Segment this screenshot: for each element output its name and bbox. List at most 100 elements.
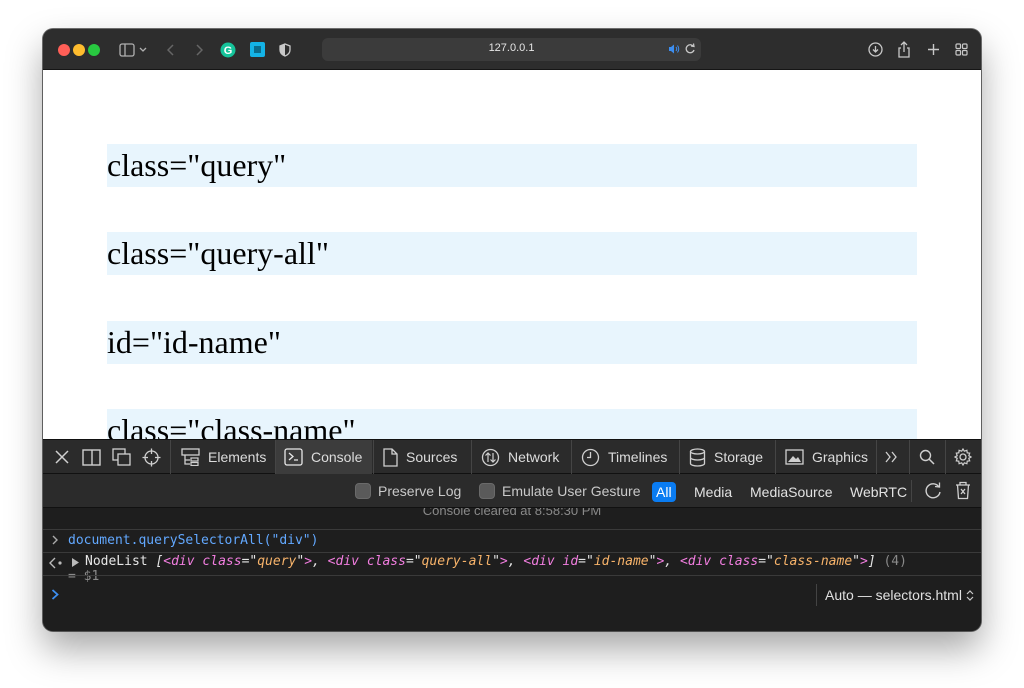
divider: [911, 480, 912, 502]
divider: [909, 440, 910, 474]
return-arrow-icon: [49, 557, 62, 569]
chevron-right-icon: [196, 43, 203, 56]
windows-icon: [111, 448, 131, 466]
filter-media[interactable]: Media: [690, 482, 736, 502]
elements-icon: [181, 448, 200, 466]
reload-icon[interactable]: [684, 43, 696, 55]
tab-graphics[interactable]: Graphics: [777, 440, 875, 474]
forward-button[interactable]: [193, 41, 205, 58]
result-type: NodeList: [85, 554, 148, 569]
privacy-report-button[interactable]: [278, 41, 292, 58]
query-div: class="query": [107, 144, 917, 187]
back-button[interactable]: [165, 41, 177, 58]
address-bar[interactable]: 127.0.0.1: [322, 38, 701, 61]
inspect-element-button[interactable]: [141, 447, 161, 467]
preserve-log-label: Preserve Log: [378, 483, 462, 499]
tab-elements[interactable]: Elements: [173, 440, 273, 474]
emulate-gesture-label: Emulate User Gesture: [502, 483, 641, 499]
trash-icon[interactable]: [955, 481, 971, 500]
plus-icon: [927, 44, 939, 55]
class-name-div: class="class-name": [107, 409, 917, 439]
double-chevron-right-icon: [885, 451, 897, 463]
execution-context-selector[interactable]: Auto — selectors.html: [816, 584, 974, 606]
console-command[interactable]: document.querySelectorAll("div"): [68, 533, 318, 548]
tab-network-label: Network: [508, 449, 560, 465]
tab-sources-label: Sources: [406, 449, 458, 465]
console-prompt[interactable]: Auto — selectors.html: [43, 575, 981, 631]
speaker-icon[interactable]: [668, 43, 680, 55]
tab-console-label: Console: [311, 449, 363, 465]
clock-icon: [581, 448, 600, 466]
console-icon: [284, 448, 303, 466]
new-tab-button[interactable]: [925, 41, 941, 58]
devtools-tab-bar: Elements Console Sources Network Timelin…: [43, 439, 981, 474]
minimize-window-button[interactable]: [73, 44, 85, 56]
id-name-div: id="id-name": [107, 321, 917, 364]
search-button[interactable]: [917, 447, 937, 467]
preserve-log-checkbox[interactable]: Preserve Log: [355, 483, 461, 499]
tab-sources[interactable]: Sources: [375, 440, 469, 474]
more-tabs-button[interactable]: [881, 447, 901, 467]
tab-storage-label: Storage: [714, 449, 764, 465]
database-icon: [689, 447, 706, 467]
cleared-row: Console cleared at 8:58:30 PM: [43, 508, 981, 530]
grid-icon: [954, 43, 968, 56]
console-filter-bar: Preserve Log Emulate User Gesture All Me…: [43, 474, 981, 508]
grammarly-extension-button[interactable]: G: [220, 41, 236, 58]
checkbox-box[interactable]: [355, 483, 371, 499]
result-row: NodeList [<div class="query">, <div clas…: [43, 553, 981, 584]
divider: [876, 440, 877, 474]
tab-timelines[interactable]: Timelines: [573, 440, 677, 474]
extension-button[interactable]: [249, 41, 265, 58]
refresh-icon[interactable]: [923, 481, 943, 501]
close-icon: [55, 450, 69, 464]
gear-icon: [954, 448, 972, 466]
emulate-gesture-checkbox[interactable]: Emulate User Gesture: [479, 483, 641, 499]
result-count: (4): [883, 554, 907, 569]
prompt-chevron-icon: [51, 589, 59, 600]
divider: [170, 440, 171, 474]
dock-side-button[interactable]: [81, 447, 101, 467]
document-icon: [383, 447, 398, 467]
filter-webrtc[interactable]: WebRTC: [846, 482, 911, 502]
query-all-div: class="query-all": [107, 232, 917, 275]
settings-button[interactable]: [953, 447, 973, 467]
tab-timelines-label: Timelines: [608, 449, 668, 465]
tab-graphics-label: Graphics: [812, 449, 869, 465]
execution-context-label: Auto — selectors.html: [825, 587, 962, 603]
console-result[interactable]: NodeList [<div class="query">, <div clas…: [85, 554, 907, 569]
search-icon: [919, 449, 935, 465]
dock-icon: [81, 448, 101, 466]
downloads-button[interactable]: [867, 41, 883, 58]
share-button[interactable]: [896, 41, 912, 58]
tab-storage[interactable]: Storage: [681, 440, 773, 474]
close-devtools-button[interactable]: [52, 447, 72, 467]
crosshair-icon: [142, 448, 160, 466]
filter-mediasource[interactable]: MediaSource: [746, 482, 837, 502]
console-cleared-message: Console cleared at 8:58:30 PM: [422, 508, 602, 518]
disclosure-triangle-icon[interactable]: [71, 557, 80, 568]
tab-network[interactable]: Network: [473, 440, 569, 474]
zoom-window-button[interactable]: [88, 44, 100, 56]
console-output: Console cleared at 8:58:30 PM document.q…: [43, 508, 981, 631]
svg-text:G: G: [224, 45, 233, 57]
chevron-right-icon: [52, 535, 58, 545]
divider: [471, 440, 472, 474]
checkbox-box[interactable]: [479, 483, 495, 499]
browser-toolbar: G 127.0.0.1: [43, 29, 981, 70]
url-text: 127.0.0.1: [488, 42, 535, 54]
network-icon: [481, 448, 500, 466]
divider: [571, 440, 572, 474]
sidebar-toggle-button[interactable]: [118, 41, 148, 58]
divider: [945, 440, 946, 474]
sidebar-icon: [119, 42, 147, 57]
divider: [775, 440, 776, 474]
close-window-button[interactable]: [58, 44, 70, 56]
filter-all[interactable]: All: [652, 482, 676, 502]
web-page: class="query" class="query-all" id="id-n…: [43, 70, 981, 439]
tab-elements-label: Elements: [208, 449, 267, 465]
browser-window: G 127.0.0.1 class="query" class="query-a…: [43, 29, 981, 631]
tab-overview-button[interactable]: [953, 41, 969, 58]
tab-console[interactable]: Console: [276, 440, 372, 474]
undock-button[interactable]: [111, 447, 131, 467]
